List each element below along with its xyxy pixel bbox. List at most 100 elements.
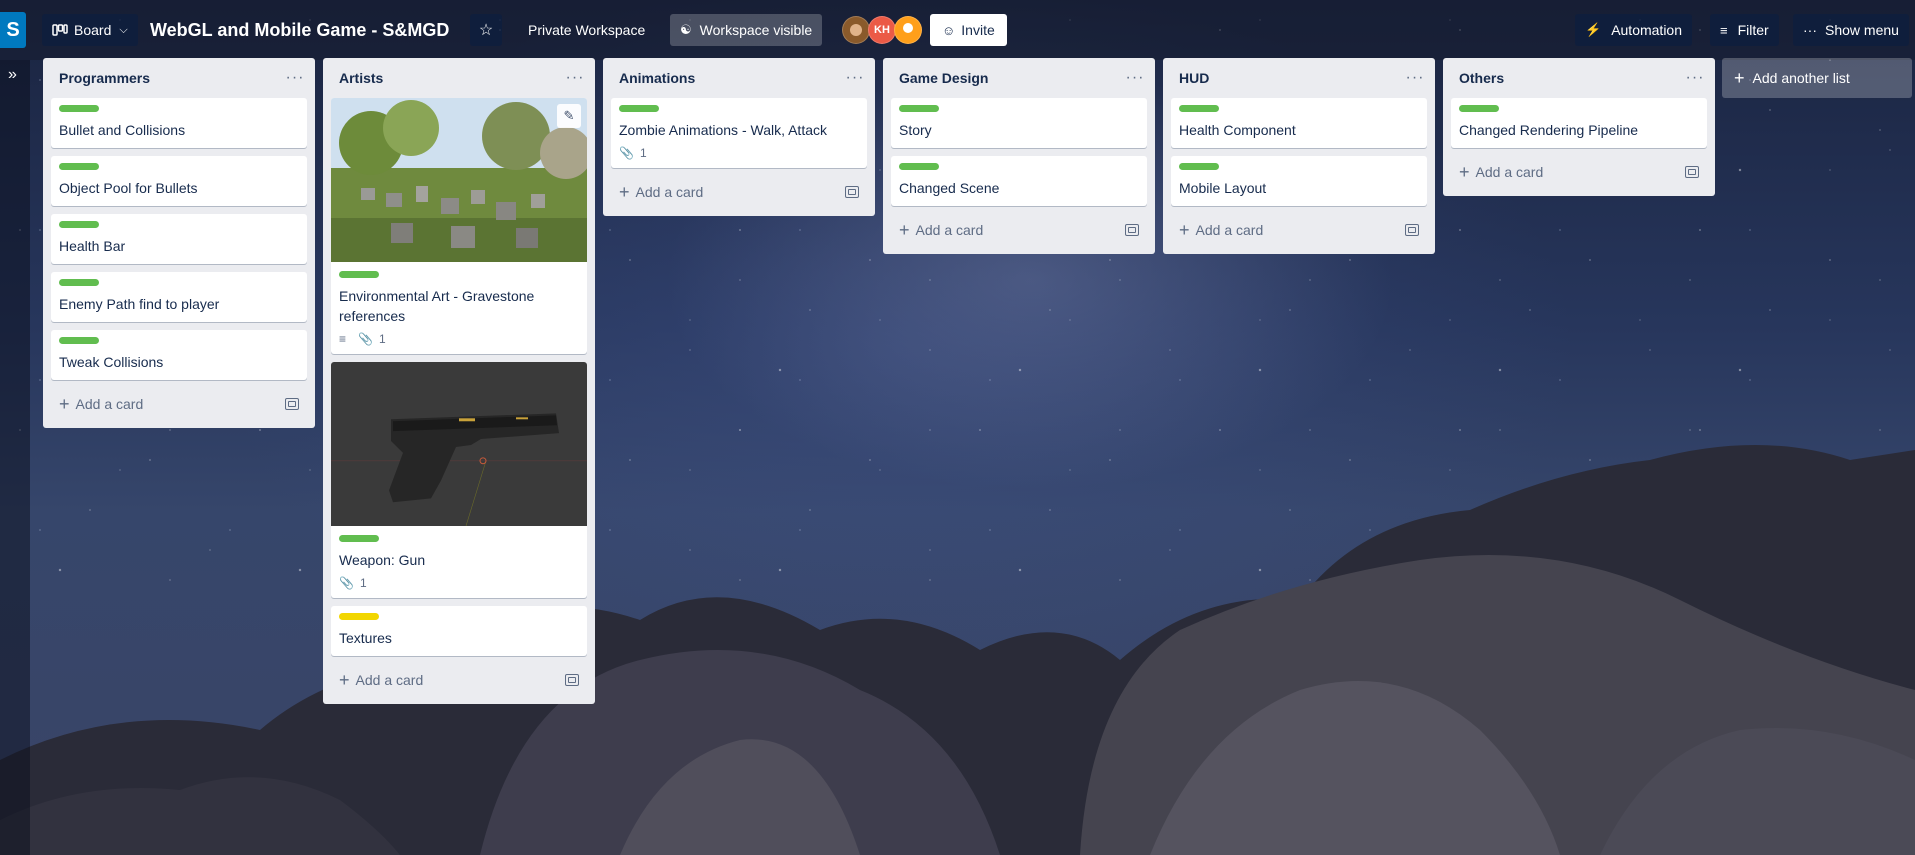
label-green[interactable] <box>59 105 99 112</box>
list-programmers: Programmers ··· Bullet and Collisions Ob… <box>43 58 315 428</box>
edit-icon[interactable]: ✎ <box>557 104 581 128</box>
card[interactable]: Changed Rendering Pipeline <box>1451 98 1707 148</box>
add-card-row: + Add a card <box>1171 214 1427 246</box>
label-green[interactable] <box>59 337 99 344</box>
add-list-button[interactable]: + Add another list <box>1722 58 1912 98</box>
card-title: Tweak Collisions <box>59 354 164 370</box>
card-template-icon[interactable] <box>1405 224 1419 236</box>
plus-icon: + <box>1459 162 1470 182</box>
label-green[interactable] <box>1179 105 1219 112</box>
label-green[interactable] <box>59 221 99 228</box>
card-template-icon[interactable] <box>1125 224 1139 236</box>
add-card-label: Add a card <box>635 184 704 200</box>
add-card-button[interactable]: + Add a card <box>1459 163 1543 181</box>
card-template-icon[interactable] <box>1685 166 1699 178</box>
list-title[interactable]: HUD <box>1179 70 1209 86</box>
add-card-button[interactable]: + Add a card <box>619 183 703 201</box>
star-button[interactable]: ☆ <box>470 14 502 46</box>
board-title[interactable]: WebGL and Mobile Game - S&MGD <box>150 14 449 46</box>
card-template-icon[interactable] <box>285 398 299 410</box>
label-green[interactable] <box>619 105 659 112</box>
list-title[interactable]: Others <box>1459 70 1504 86</box>
visibility-button[interactable]: ☯ Workspace visible <box>670 14 823 46</box>
add-card-button[interactable]: + Add a card <box>899 221 983 239</box>
label-green[interactable] <box>339 271 379 278</box>
label-green[interactable] <box>59 163 99 170</box>
automation-button[interactable]: ⚡ Automation <box>1575 14 1693 46</box>
graveyard-photo <box>331 98 587 262</box>
card[interactable]: Textures <box>331 606 587 656</box>
card[interactable]: Tweak Collisions <box>51 330 307 380</box>
card-badges: 📎 1 <box>339 576 579 590</box>
attachment-badge: 📎 1 <box>339 576 367 590</box>
attachment-count: 1 <box>359 576 367 590</box>
card-title: Zombie Animations - Walk, Attack <box>619 122 827 138</box>
card-title: Health Bar <box>59 238 126 254</box>
add-card-button[interactable]: + Add a card <box>1179 221 1263 239</box>
list-menu-icon[interactable]: ··· <box>283 69 307 87</box>
list-header: Others ··· <box>1451 58 1707 98</box>
list-menu-icon[interactable]: ··· <box>843 69 867 87</box>
card-template-icon[interactable] <box>565 674 579 686</box>
add-card-button[interactable]: + Add a card <box>339 671 423 689</box>
card-title: Textures <box>339 630 392 646</box>
card-title: Enemy Path find to player <box>59 296 220 312</box>
avatar-initials[interactable]: KH <box>868 16 896 44</box>
label-green[interactable] <box>1179 163 1219 170</box>
add-card-button[interactable]: + Add a card <box>59 395 143 413</box>
list-title[interactable]: Animations <box>619 70 695 86</box>
card[interactable]: Object Pool for Bullets <box>51 156 307 206</box>
label-green[interactable] <box>339 535 379 542</box>
card-badges: ≡ 📎 1 <box>339 332 579 346</box>
card[interactable]: Enemy Path find to player <box>51 272 307 322</box>
card[interactable]: Changed Scene <box>891 156 1147 206</box>
card-body: Weapon: Gun 📎 1 <box>331 526 587 598</box>
board-view-switcher[interactable]: Board ⌵ <box>42 14 138 46</box>
card-title: Story <box>899 122 932 138</box>
list-menu-icon[interactable]: ··· <box>563 69 587 87</box>
list-title[interactable]: Game Design <box>899 70 988 86</box>
label-yellow[interactable] <box>339 613 379 620</box>
card-title: Mobile Layout <box>1179 180 1267 196</box>
list-title[interactable]: Artists <box>339 70 383 86</box>
workspace-button[interactable]: Private Workspace <box>518 14 655 46</box>
attachment-badge: 📎 1 <box>358 332 386 346</box>
show-menu-button[interactable]: ··· Show menu <box>1793 14 1909 46</box>
card[interactable]: Health Component <box>1171 98 1427 148</box>
workspace-logo[interactable]: S <box>0 12 26 48</box>
label-green[interactable] <box>899 105 939 112</box>
card[interactable]: Bullet and Collisions <box>51 98 307 148</box>
list-menu-icon[interactable]: ··· <box>1123 69 1147 87</box>
lightning-icon: ⚡ <box>1585 22 1602 37</box>
attachment-count: 1 <box>639 146 647 160</box>
list-header: Artists ··· <box>331 58 587 98</box>
plus-icon: + <box>1179 220 1190 240</box>
card[interactable]: ✎ Environmental Art - Gravestone referen… <box>331 98 587 354</box>
card[interactable]: Mobile Layout <box>1171 156 1427 206</box>
card[interactable]: Story <box>891 98 1147 148</box>
show-menu-label: Show menu <box>1825 22 1899 38</box>
chevron-down-icon: ⌵ <box>119 23 128 36</box>
sidebar-toggle[interactable]: » <box>0 60 30 855</box>
add-card-label: Add a card <box>355 672 424 688</box>
card-badges: 📎 1 <box>619 146 859 160</box>
list-menu-icon[interactable]: ··· <box>1683 69 1707 87</box>
background-rocks <box>0 445 1915 855</box>
card[interactable]: Health Bar <box>51 214 307 264</box>
label-green[interactable] <box>1459 105 1499 112</box>
list-title[interactable]: Programmers <box>59 70 150 86</box>
list-menu-icon[interactable]: ··· <box>1403 69 1427 87</box>
label-green[interactable] <box>899 163 939 170</box>
more-icon: ··· <box>1803 22 1817 38</box>
card[interactable]: Zombie Animations - Walk, Attack 📎 1 <box>611 98 867 168</box>
avatar-default[interactable] <box>894 16 922 44</box>
avatar[interactable] <box>842 16 870 44</box>
filter-button[interactable]: ≡ Filter <box>1710 14 1779 46</box>
automation-label: Automation <box>1611 22 1683 38</box>
invite-button[interactable]: ☺ Invite <box>930 14 1007 46</box>
paperclip-icon: 📎 <box>339 576 354 590</box>
card[interactable]: Weapon: Gun 📎 1 <box>331 362 587 598</box>
label-green[interactable] <box>59 279 99 286</box>
board-header: S Board ⌵ WebGL and Mobile Game - S&MGD … <box>0 0 1915 60</box>
card-template-icon[interactable] <box>845 186 859 198</box>
